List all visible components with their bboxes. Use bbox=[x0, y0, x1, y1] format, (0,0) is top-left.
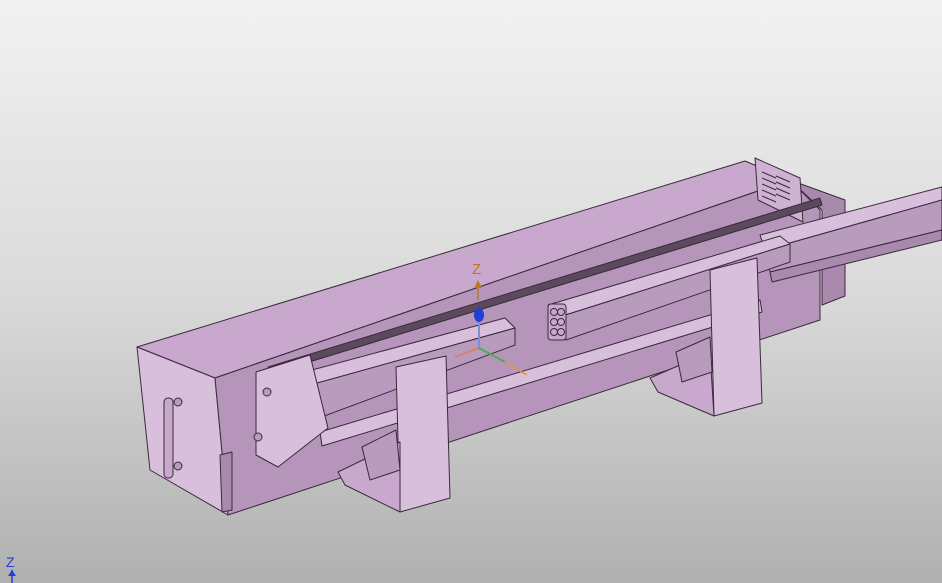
left-end-bolt-b bbox=[253, 432, 263, 442]
front-lower-bracket bbox=[219, 451, 233, 513]
3d-viewport[interactable]: Z Z bbox=[0, 0, 942, 583]
front-handle-bottom-bolt bbox=[173, 461, 183, 471]
left-stand-plate bbox=[395, 355, 451, 513]
3d-model[interactable]: Z bbox=[0, 0, 942, 583]
right-stand-plate bbox=[709, 257, 763, 417]
right-extrusion-profile bbox=[547, 303, 567, 341]
front-handle-top-bolt bbox=[173, 397, 183, 407]
left-end-bolt-a bbox=[262, 387, 272, 397]
triad-z-label: Z bbox=[472, 261, 481, 278]
corner-axis-icon bbox=[8, 570, 16, 583]
triad-z-handle bbox=[474, 308, 484, 322]
front-handle-bar bbox=[163, 397, 174, 479]
